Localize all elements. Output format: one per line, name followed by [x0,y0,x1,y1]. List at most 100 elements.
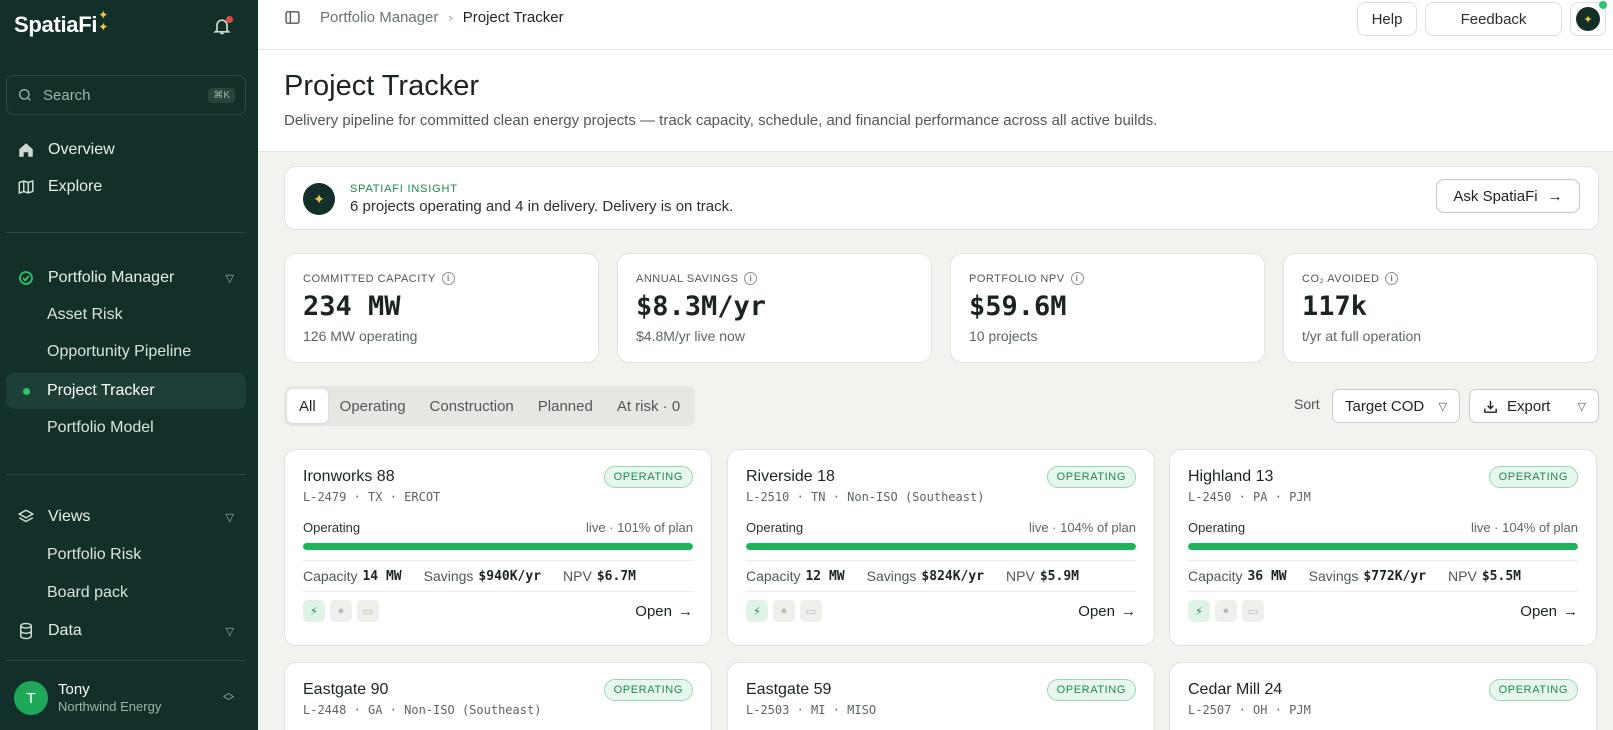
project-id: L-2450 · PA · PJM [1188,490,1311,504]
capacity-label: Capacity [746,568,801,584]
project-card[interactable]: Cedar Mill 24 L-2507 · OH · PJM OPERATIN… [1169,662,1597,730]
sidebar: SpatiaFi ✦ ✦ Search ⌘K Overview Explore P… [0,0,258,730]
sidebar-item-asset-risk[interactable]: Asset Risk [6,297,246,333]
export-button[interactable]: Export ▽ [1469,389,1599,423]
notification-dot [226,16,233,23]
brand-logo[interactable]: SpatiaFi ✦ ✦ [14,9,108,38]
status-badge: OPERATING [603,466,693,488]
chevron-right-icon: › [448,10,453,25]
user-name: Tony [58,681,90,699]
project-card[interactable]: Ironworks 88 L-2479 · TX · ERCOT OPERATI… [284,449,712,646]
project-card[interactable]: Eastgate 59 L-2503 · MI · MISO OPERATING [727,662,1155,730]
progress-bar [303,543,693,550]
open-label: Open [1078,602,1115,620]
progress-bar [1188,543,1578,550]
npv-label: NPV [1448,568,1477,584]
export-label: Export [1507,397,1551,415]
vehicle-icon: ▭ [800,600,822,622]
savings-label: Savings [1308,568,1359,584]
project-card[interactable]: Riverside 18 L-2510 · TN · Non-ISO (Sout… [727,449,1155,646]
sidebar-item-data[interactable]: Data ▽ [6,614,246,648]
kpi-label: CO₂ AVOIDED [1302,272,1380,285]
home-icon [16,140,36,160]
sidebar-toggle-icon[interactable] [284,9,302,27]
user-org: Northwind Energy [58,699,162,715]
sidebar-item-portfolio-manager[interactable]: Portfolio Manager ▽ [6,261,246,295]
sidebar-divider [6,232,246,233]
sidebar-divider [6,474,246,475]
open-label: Open [635,602,672,620]
sidebar-item-portfolio-model[interactable]: Portfolio Model [6,410,246,446]
status-badge: OPERATING [1046,466,1136,488]
insight-text: 6 projects operating and 4 in delivery. … [350,198,734,215]
status-badge: OPERATING [1488,679,1578,701]
lightning-icon: ⚡ [1188,600,1210,622]
assistant-button[interactable]: ✦ [1570,1,1607,36]
sidebar-item-label: Project Tracker [47,382,155,399]
kpi-portfolio-npv: PORTFOLIO NPV i $59.6M 10 projects [950,253,1265,363]
sidebar-item-board-pack[interactable]: Board pack [6,575,246,611]
open-project-button[interactable]: Open → [1520,603,1578,620]
progress-bar [746,543,1136,550]
project-id: L-2510 · TN · Non-ISO (Southeast) [746,490,985,504]
vehicle-icon: ▭ [357,600,379,622]
sidebar-item-portfolio-risk[interactable]: Portfolio Risk [6,537,246,573]
map-icon [16,177,36,197]
tab-planned[interactable]: Planned [526,389,605,423]
sidebar-item-explore[interactable]: Explore [6,170,246,204]
sidebar-item-label: Explore [48,178,103,195]
brand-name: SpatiaFi [14,12,98,37]
tab-construction[interactable]: Construction [418,389,526,423]
progress-text: live · 104% of plan [1471,520,1578,535]
npv-label: NPV [563,568,592,584]
user-menu[interactable]: T Tony Northwind Energy ︿ ﹀ [6,673,246,723]
project-metrics: Capacity 14 MW Savings $940K/yr NPV $6.7M [303,560,693,592]
breadcrumb-portfolio-manager[interactable]: Portfolio Manager [320,9,438,26]
sort-select[interactable]: Target COD ▽ [1332,389,1460,423]
info-icon[interactable]: i [1070,272,1084,285]
sparkle-icon: ✦ [303,183,335,215]
capacity-label: Capacity [1188,568,1243,584]
sidebar-item-overview[interactable]: Overview [6,133,246,167]
breadcrumb-current: Project Tracker [462,9,564,26]
project-stage: Operating [1188,520,1246,535]
help-button[interactable]: Help [1357,2,1417,36]
project-card[interactable]: Eastgate 90 L-2448 · GA · Non-ISO (South… [284,662,712,730]
project-id: L-2503 · MI · MISO [746,703,877,717]
kpi-committed-capacity: COMMITTED CAPACITY i 234 MW 126 MW operat… [284,253,599,363]
notification-bell-icon[interactable] [212,16,234,38]
arrow-right-icon: → [1547,187,1563,205]
tab-all[interactable]: All [287,389,328,423]
droplet-icon: ● [773,600,795,622]
open-label: Open [1520,602,1557,620]
kpi-annual-savings: ANNUAL SAVINGS i $8.3M/yr $4.8M/yr live n… [617,253,932,363]
info-icon[interactable]: i [744,272,758,285]
ask-spatiafi-button[interactable]: Ask SpatiaFi → [1436,179,1580,213]
open-project-button[interactable]: Open → [635,603,693,620]
info-icon[interactable]: i [441,272,455,285]
project-card[interactable]: Highland 13 L-2450 · PA · PJM OPERATING … [1169,449,1597,646]
info-icon[interactable]: i [1385,272,1399,285]
savings-value: $824K/yr [921,568,985,584]
sidebar-item-label: Overview [48,141,115,158]
sidebar-item-project-tracker[interactable]: Project Tracker [6,373,246,409]
kpi-value: $59.6M [969,291,1067,322]
tab-operating[interactable]: Operating [328,389,418,423]
kpi-value: $8.3M/yr [636,291,767,322]
search-input[interactable]: Search ⌘K [6,75,246,115]
insight-banner: ✦ SPATIAFI INSIGHT 6 projects operating … [284,166,1599,230]
search-shortcut: ⌘K [208,87,235,103]
breadcrumb: Portfolio Manager › Project Tracker [320,9,564,26]
sidebar-item-opportunity-pipeline[interactable]: Opportunity Pipeline [6,334,246,370]
status-badge: OPERATING [603,679,693,701]
savings-label: Savings [423,568,474,584]
top-bar: Portfolio Manager › Project Tracker Help… [258,0,1613,50]
chevron-down-icon: ▽ [225,625,234,638]
feedback-button[interactable]: Feedback [1425,2,1562,36]
tab-at-risk[interactable]: At risk · 0 [605,389,692,423]
kpi-subtext: 126 MW operating [303,328,418,344]
status-filter-tabs: All Operating Construction Planned At ri… [284,386,696,426]
open-project-button[interactable]: Open → [1078,603,1136,620]
sidebar-item-views[interactable]: Views ▽ [6,500,246,534]
capacity-value: 36 MW [1247,568,1287,584]
